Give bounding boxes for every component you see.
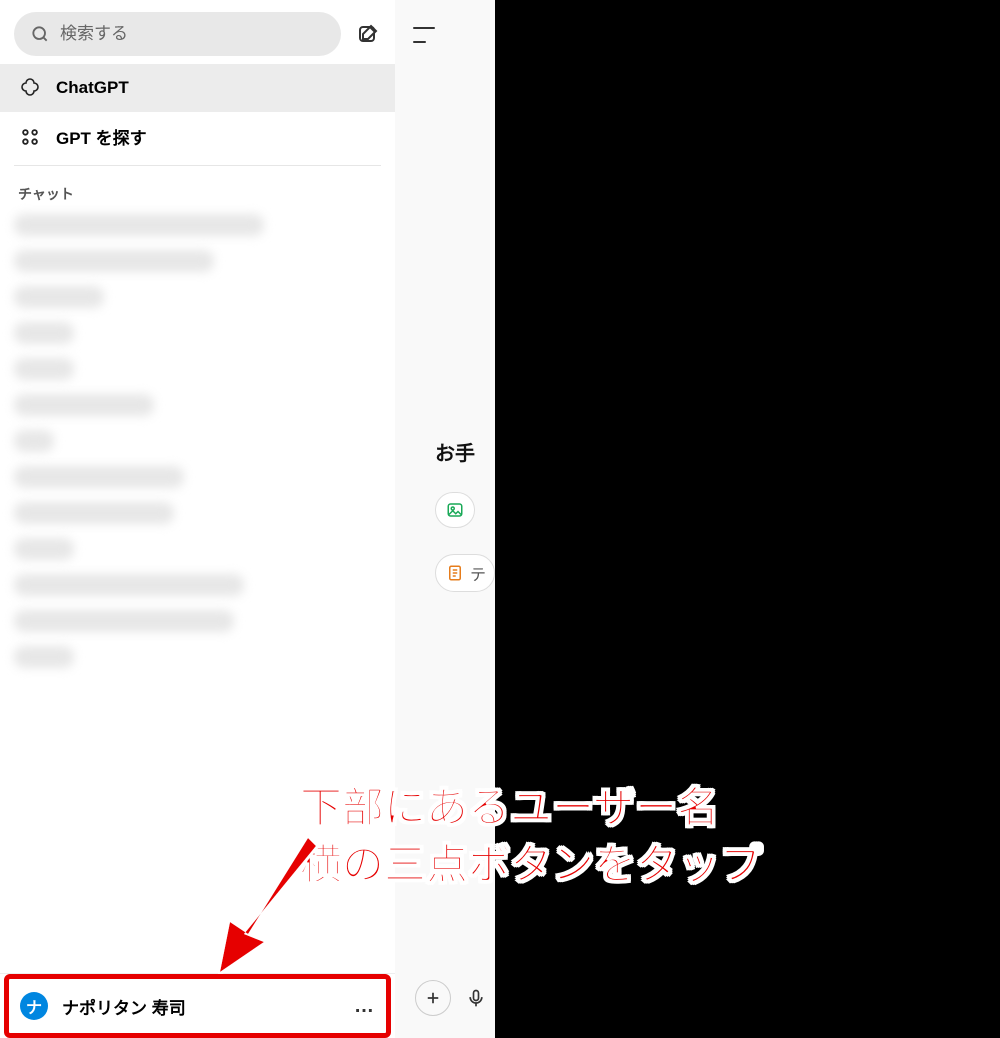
chat-item[interactable] <box>14 574 244 596</box>
chat-item[interactable] <box>14 358 74 380</box>
chat-item[interactable] <box>14 466 184 488</box>
avatar: ナ <box>20 992 48 1020</box>
chip-2-label: テ <box>470 561 486 585</box>
chat-item[interactable] <box>14 646 74 668</box>
chip-2[interactable]: テ <box>435 554 495 592</box>
add-button[interactable] <box>415 980 451 1016</box>
chat-item[interactable] <box>14 538 74 560</box>
search-field[interactable] <box>14 12 341 56</box>
chat-list[interactable] <box>0 210 395 973</box>
nav-item-explore-gpts[interactable]: GPT を探す <box>0 112 395 161</box>
mic-button[interactable] <box>463 985 489 1011</box>
headline-fragment: お手 <box>435 437 475 466</box>
chat-item[interactable] <box>14 286 104 308</box>
chat-item[interactable] <box>14 322 74 344</box>
more-menu-button[interactable]: … <box>354 995 375 1018</box>
main-top-bar <box>395 0 495 70</box>
compose-button[interactable] <box>355 21 381 47</box>
user-bar[interactable]: ナ ナポリタン 寿司 … <box>0 973 395 1038</box>
nav-label: GPT を探す <box>56 124 147 149</box>
nav-item-chatgpt[interactable]: ChatGPT <box>0 64 395 112</box>
main-bottom-bar <box>395 958 495 1038</box>
hamburger-icon[interactable] <box>413 27 435 43</box>
sidebar: ChatGPT GPT を探す チャット ナ ナポリタン 寿司 … <box>0 0 395 1038</box>
chat-item[interactable] <box>14 214 264 236</box>
main-pane: お手 テ <box>395 0 495 1038</box>
chatgpt-icon <box>18 76 42 100</box>
user-name: ナポリタン 寿司 <box>62 994 186 1019</box>
chat-item[interactable] <box>14 430 54 452</box>
image-icon <box>444 499 466 521</box>
chip-1[interactable] <box>435 492 475 528</box>
section-label-chats: チャット <box>0 170 395 210</box>
nav-label: ChatGPT <box>56 78 129 98</box>
main-center: お手 テ <box>395 70 495 958</box>
chat-item[interactable] <box>14 502 174 524</box>
chat-item[interactable] <box>14 394 154 416</box>
grid-icon <box>18 125 42 149</box>
chat-item[interactable] <box>14 610 234 632</box>
divider <box>14 165 381 166</box>
document-icon <box>444 562 466 584</box>
search-icon <box>30 24 50 44</box>
sidebar-top-bar <box>0 0 395 64</box>
chat-item[interactable] <box>14 250 214 272</box>
search-input[interactable] <box>60 24 325 44</box>
